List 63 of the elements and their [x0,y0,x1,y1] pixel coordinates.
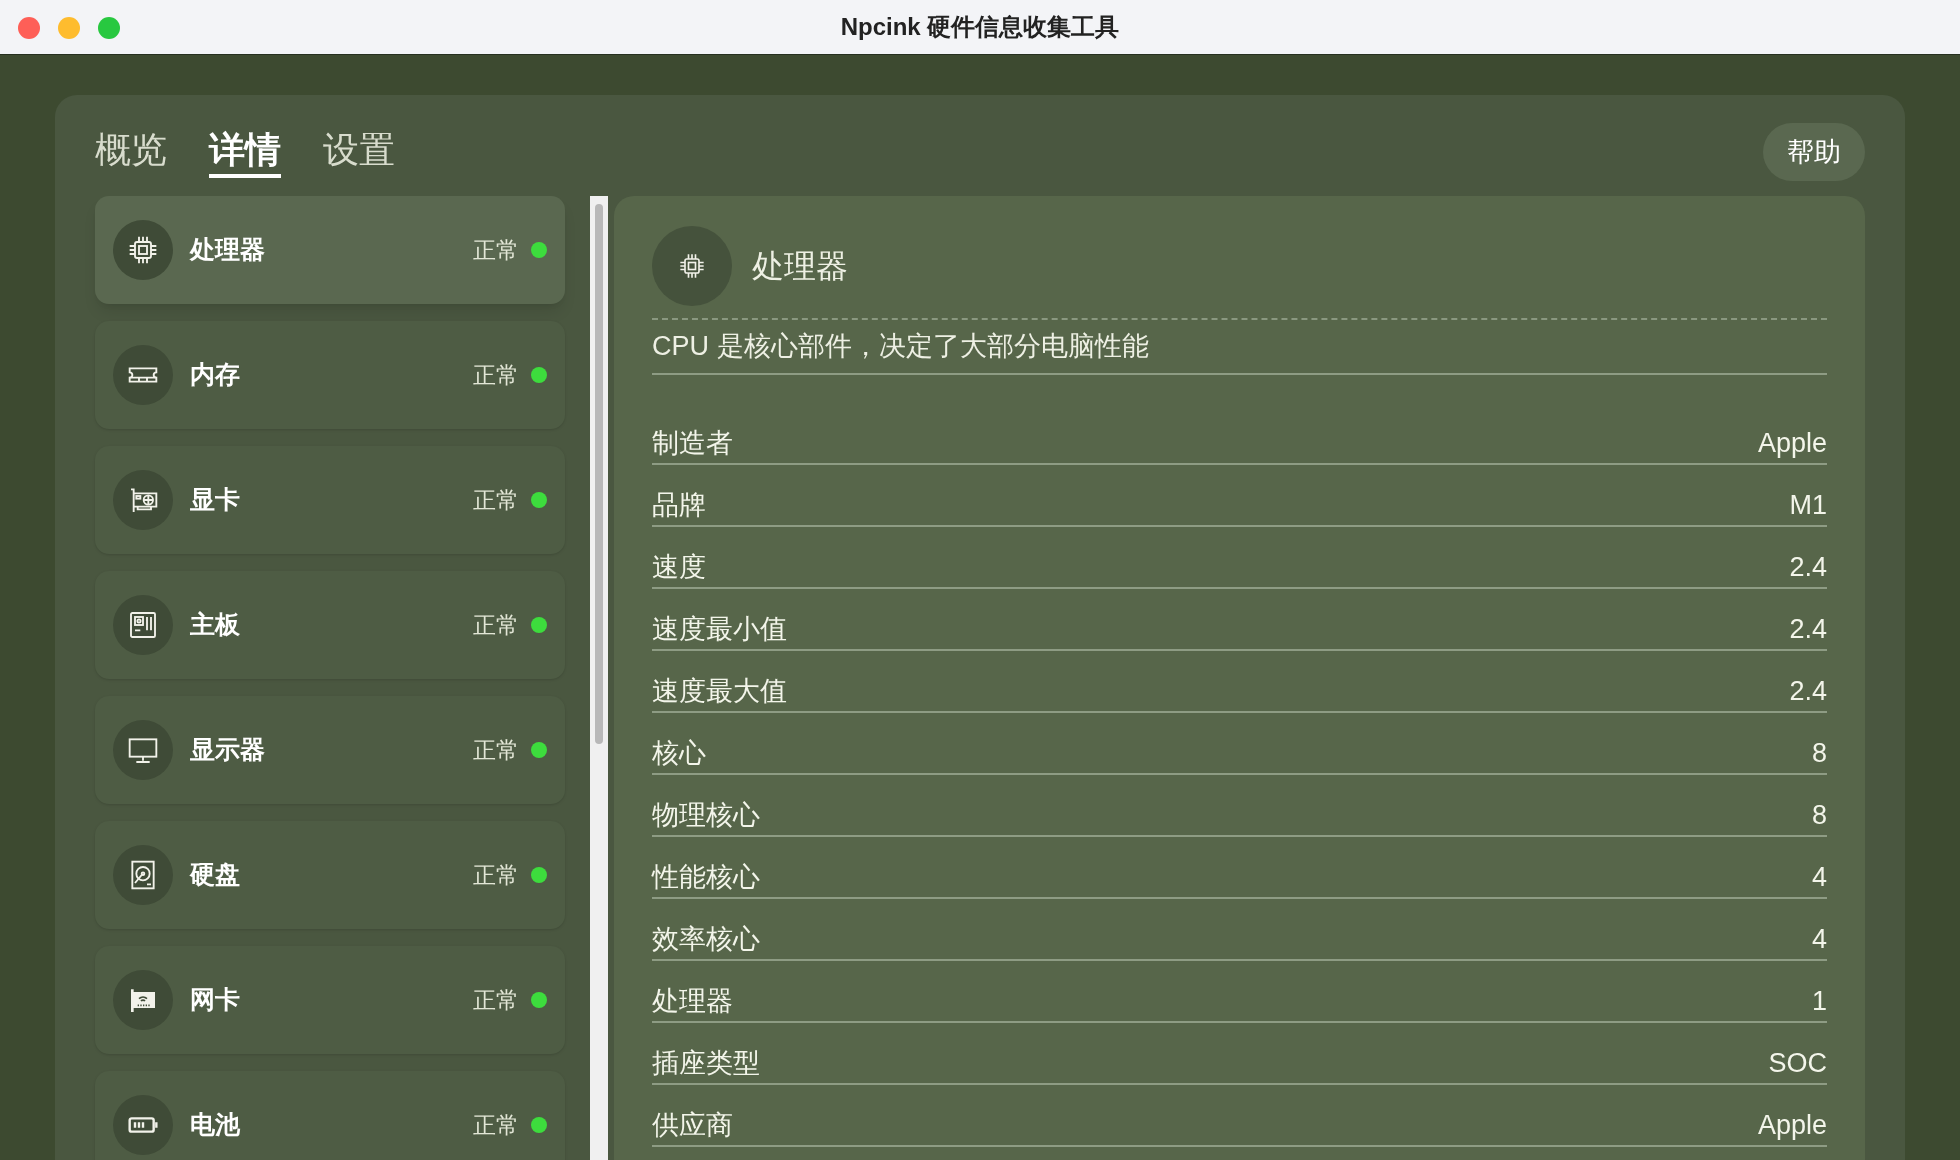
status-text: 正常 [473,610,519,640]
item-name: 处理器 [190,234,265,266]
tab[interactable]: 概览 [95,126,167,178]
property-label: 制造者 [652,426,733,460]
property-value: 1 [1811,984,1827,1018]
window-title: Npcink 硬件信息收集工具 [840,12,1120,42]
property-label: 物理核心 [652,798,760,832]
property-label: 速度 [652,550,706,584]
property-label: 品牌 [652,488,706,522]
status-text: 正常 [473,860,519,890]
property-value: 2.4 [1789,674,1827,708]
property-value: SOC [1768,1046,1827,1080]
item-name: 电池 [190,1109,240,1141]
detail-title: 处理器 [752,247,848,286]
property-value: 4 [1811,922,1827,956]
property-value: 8 [1811,798,1827,832]
property-value: Apple [1757,426,1827,460]
property-value: 2.4 [1789,550,1827,584]
property-label: 效率核心 [652,922,760,956]
property-value: M1 [1789,488,1827,522]
chip-icon [678,252,706,280]
property-value: 2.4 [1789,612,1827,646]
scrollbar[interactable] [590,196,608,1160]
property-label: 性能核心 [652,860,760,894]
property-value: Apple [1757,1108,1827,1142]
hardware-list-item[interactable]: 内存 正常 [95,321,565,429]
hardware-list-item[interactable]: 显示器 正常 [95,696,565,804]
property-label: 处理器 [652,984,733,1018]
status-text: 正常 [473,235,519,265]
zoom-button[interactable] [98,17,120,39]
hardware-list-item[interactable]: 主板 正常 [95,571,565,679]
tab[interactable]: 设置 [323,126,395,178]
property-label: 核心 [652,736,706,770]
close-button[interactable] [18,17,40,39]
property-label: 插座类型 [652,1046,760,1080]
hardware-list-item[interactable]: 电池 正常 [95,1071,565,1160]
help-button[interactable]: 帮助 [1763,123,1865,181]
property-label: 速度最小值 [652,612,787,646]
scrollbar-thumb[interactable] [595,204,603,744]
item-name: 显示器 [190,734,265,766]
property-value: 4 [1811,860,1827,894]
property-value: 8 [1811,736,1827,770]
status-text: 正常 [473,1110,519,1140]
hardware-list-item[interactable]: 网卡 正常 [95,946,565,1054]
chip-icon [127,234,159,266]
status-text: 正常 [473,485,519,515]
item-name: 显卡 [190,484,240,516]
hardware-list-item[interactable]: 硬盘 正常 [95,821,565,929]
property-label: 速度最大值 [652,674,787,708]
hardware-list-item[interactable]: 处理器 正常 [95,196,565,304]
item-name: 硬盘 [190,859,240,891]
item-name: 网卡 [190,984,240,1016]
status-text: 正常 [473,985,519,1015]
status-text: 正常 [473,360,519,390]
motherboard-icon [127,609,159,641]
hardware-list-item[interactable]: 显卡 正常 [95,446,565,554]
status-text: 正常 [473,735,519,765]
tab[interactable]: 详情 [209,126,281,178]
detail-description: CPU 是核心部件，决定了大部分电脑性能 [652,320,1827,375]
property-label: 供应商 [652,1108,733,1142]
item-name: 主板 [190,609,240,641]
minimize-button[interactable] [58,17,80,39]
item-name: 内存 [190,359,240,391]
